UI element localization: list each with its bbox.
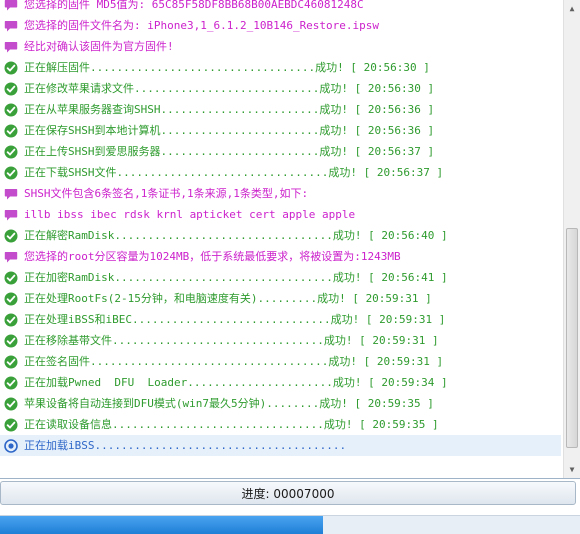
check-circle-icon [4, 271, 18, 284]
log-line-text: 正在保存SHSH到本地计算机........................成功… [24, 124, 435, 137]
check-circle-icon [4, 82, 18, 95]
check-circle-icon [4, 145, 18, 158]
log-line-text: illb ibss ibec rdsk krnl apticket cert a… [24, 208, 356, 221]
log-line-text: 正在加载iBSS................................… [24, 439, 347, 452]
check-circle-icon [4, 229, 18, 242]
log-line-text: SHSH文件包含6条签名,1条证书,1条来源,1条类型,如下: [24, 187, 309, 200]
log-line: 正在加载iBSS................................… [0, 435, 561, 456]
log-line-text: 正在处理iBSS和iBEC...........................… [24, 313, 446, 326]
speech-bubble-icon [4, 209, 18, 220]
check-circle-icon [4, 376, 18, 389]
log-line: 苹果设备将自动连接到DFU模式(win7最久5分钟)........成功! [ … [0, 393, 561, 414]
vertical-scrollbar[interactable]: ▲ ▼ [563, 0, 580, 478]
log-line-text: 正在加载Pwned DFU Loader....................… [24, 376, 448, 389]
log-panel[interactable]: 您选择的固件 MD5值为: 65C85F58DF8BB68B00AEBDC460… [0, 0, 580, 479]
log-line: 正在从苹果服务器查询SHSH........................成功… [0, 99, 561, 120]
log-line: 正在移除基带文件................................… [0, 330, 561, 351]
log-line: illb ibss ibec rdsk krnl apticket cert a… [0, 204, 561, 225]
log-line-text: 正在读取设备信息................................… [24, 418, 439, 431]
log-line-text: 正在处理RootFs(2-15分钟，和电脑速度有关).........成功! [… [24, 292, 432, 305]
log-line: 正在保存SHSH到本地计算机........................成功… [0, 120, 561, 141]
check-circle-icon [4, 355, 18, 368]
log-line-text: 正在修改苹果请求文件............................成功… [24, 82, 435, 95]
log-line-text: 正在签名固件..................................… [24, 355, 444, 368]
check-circle-icon [4, 313, 18, 326]
log-line-text: 正在从苹果服务器查询SHSH........................成功… [24, 103, 435, 116]
log-line: 正在签名固件..................................… [0, 351, 561, 372]
log-line: 正在读取设备信息................................… [0, 414, 561, 435]
log-line-text: 正在解密RamDisk.............................… [24, 229, 448, 242]
check-circle-icon [4, 103, 18, 116]
log-line: 正在解压固件..................................… [0, 57, 561, 78]
progress-bar-fill [0, 516, 324, 534]
progress-bar [0, 515, 580, 534]
log-line-text: 您选择的固件文件名为: iPhone3,1_6.1.2_10B146_Resto… [24, 19, 380, 32]
log-line: 经比对确认该固件为官方固件! [0, 36, 561, 57]
check-circle-icon [4, 61, 18, 74]
log-line-text: 苹果设备将自动连接到DFU模式(win7最久5分钟)........成功! [ … [24, 397, 434, 410]
scroll-up-arrow-icon[interactable]: ▲ [564, 0, 580, 17]
log-line-text: 经比对确认该固件为官方固件! [24, 40, 174, 53]
log-line: 正在解密RamDisk.............................… [0, 225, 561, 246]
log-line: SHSH文件包含6条签名,1条证书,1条来源,1条类型,如下: [0, 183, 561, 204]
log-line-text: 您选择的root分区容量为1024MB，低于系统最低要求，将被设置为:1243M… [24, 250, 401, 263]
check-circle-icon [4, 397, 18, 410]
log-line: 正在加载Pwned DFU Loader....................… [0, 372, 561, 393]
log-line: 您选择的固件文件名为: iPhone3,1_6.1.2_10B146_Resto… [0, 15, 561, 36]
scroll-thumb[interactable] [566, 228, 578, 448]
speech-bubble-icon [4, 41, 18, 52]
progress-status-bar: 进度: 00007000 [0, 481, 576, 505]
check-circle-icon [4, 166, 18, 179]
log-line-text: 您选择的固件 MD5值为: 65C85F58DF8BB68B00AEBDC460… [24, 0, 364, 11]
speech-bubble-icon [4, 20, 18, 31]
log-line: 正在处理RootFs(2-15分钟，和电脑速度有关).........成功! [… [0, 288, 561, 309]
log-line-text: 正在移除基带文件................................… [24, 334, 439, 347]
log-line: 正在处理iBSS和iBEC...........................… [0, 309, 561, 330]
log-line: 正在上传SHSH到爱思服务器........................成功… [0, 141, 561, 162]
check-circle-icon [4, 292, 18, 305]
log-line-text: 正在加密RamDisk.............................… [24, 271, 448, 284]
log-line: 正在修改苹果请求文件............................成功… [0, 78, 561, 99]
log-line: 正在加密RamDisk.............................… [0, 267, 561, 288]
log-list: 您选择的固件 MD5值为: 65C85F58DF8BB68B00AEBDC460… [0, 0, 561, 456]
speech-bubble-icon [4, 251, 18, 262]
log-line: 您选择的root分区容量为1024MB，低于系统最低要求，将被设置为:1243M… [0, 246, 561, 267]
log-line-text: 正在上传SHSH到爱思服务器........................成功… [24, 145, 435, 158]
check-circle-icon [4, 124, 18, 137]
check-circle-icon [4, 334, 18, 347]
log-line: 正在下载SHSH文件..............................… [0, 162, 561, 183]
speech-bubble-icon [4, 0, 18, 10]
speech-bubble-icon [4, 188, 18, 199]
log-line-text: 正在解压固件..................................… [24, 61, 430, 74]
scroll-down-arrow-icon[interactable]: ▼ [564, 461, 580, 478]
spinner-ring-icon [4, 438, 18, 453]
log-line: 您选择的固件 MD5值为: 65C85F58DF8BB68B00AEBDC460… [0, 0, 561, 15]
log-line-text: 正在下载SHSH文件..............................… [24, 166, 444, 179]
check-circle-icon [4, 418, 18, 431]
progress-text: 进度: 00007000 [241, 486, 335, 501]
